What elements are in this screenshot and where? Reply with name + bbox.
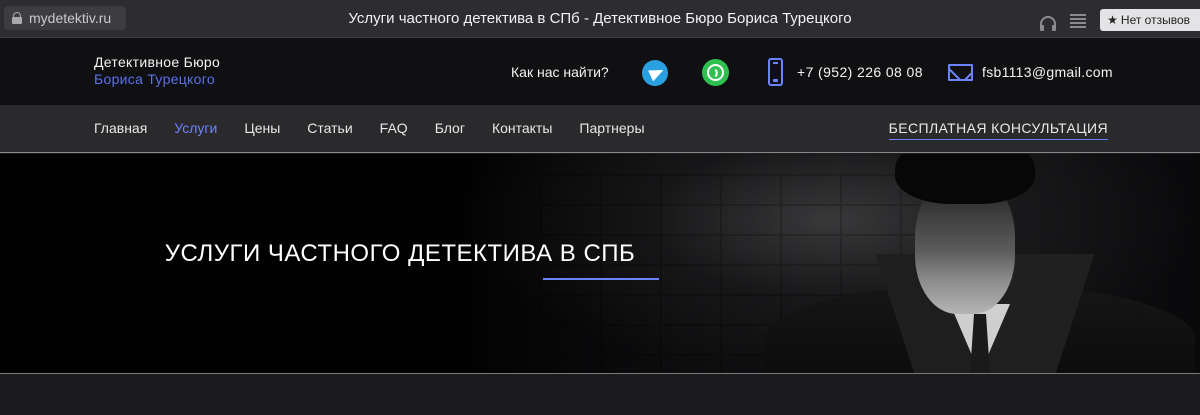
reader-icon[interactable] [1070, 12, 1087, 28]
email-link[interactable]: fsb1113@gmail.com [982, 64, 1113, 80]
page-title: Услуги частного детектива в СПб - Детект… [348, 10, 852, 27]
reviews-label: Нет отзывов [1120, 13, 1190, 27]
hero-underline [543, 278, 659, 280]
lock-icon [12, 12, 22, 24]
mail-icon [948, 64, 973, 81]
content-area [0, 374, 1200, 415]
nav-item-blog[interactable]: Блог [435, 120, 465, 136]
url-text: mydetektiv.ru [29, 10, 112, 26]
nav-item-faq[interactable]: FAQ [380, 120, 408, 136]
whatsapp-icon[interactable] [702, 59, 729, 86]
site-header: Детективное Бюро Бориса Турецкого Как на… [0, 38, 1200, 105]
nav-item-prices[interactable]: Цены [244, 120, 280, 136]
nav-item-articles[interactable]: Статьи [307, 120, 352, 136]
hero-title: УСЛУГИ ЧАСТНОГО ДЕТЕКТИВА В СПБ [164, 240, 636, 267]
nav-item-home[interactable]: Главная [94, 120, 147, 136]
nav-item-contacts[interactable]: Контакты [492, 120, 552, 136]
nav-item-services[interactable]: Услуги [174, 120, 217, 136]
star-icon: ★ [1107, 13, 1118, 27]
reviews-button[interactable]: ★ Нет отзывов [1100, 9, 1200, 31]
telegram-icon[interactable] [642, 60, 668, 86]
free-consultation-button[interactable]: БЕСПЛАТНАЯ КОНСУЛЬТАЦИЯ [888, 120, 1108, 140]
phone-icon [768, 58, 783, 86]
brand-line-2: Бориса Турецкого [94, 71, 215, 87]
hero-banner: УСЛУГИ ЧАСТНОГО ДЕТЕКТИВА В СПБ [0, 154, 1200, 374]
address-bar[interactable]: mydetektiv.ru [4, 6, 126, 30]
phone-link[interactable]: +7 (952) 226 08 08 [797, 64, 923, 80]
brand-logo[interactable]: Детективное Бюро Бориса Турецкого [94, 54, 220, 88]
find-us-label: Как нас найти? [511, 64, 609, 80]
main-nav: Главная Услуги Цены Статьи FAQ Блог Конт… [0, 105, 1200, 153]
brand-line-1: Детективное Бюро [94, 54, 221, 70]
headphones-icon[interactable] [1040, 16, 1057, 31]
browser-bar: mydetektiv.ru Услуги частного детектива … [0, 0, 1200, 38]
nav-item-partners[interactable]: Партнеры [579, 120, 644, 136]
